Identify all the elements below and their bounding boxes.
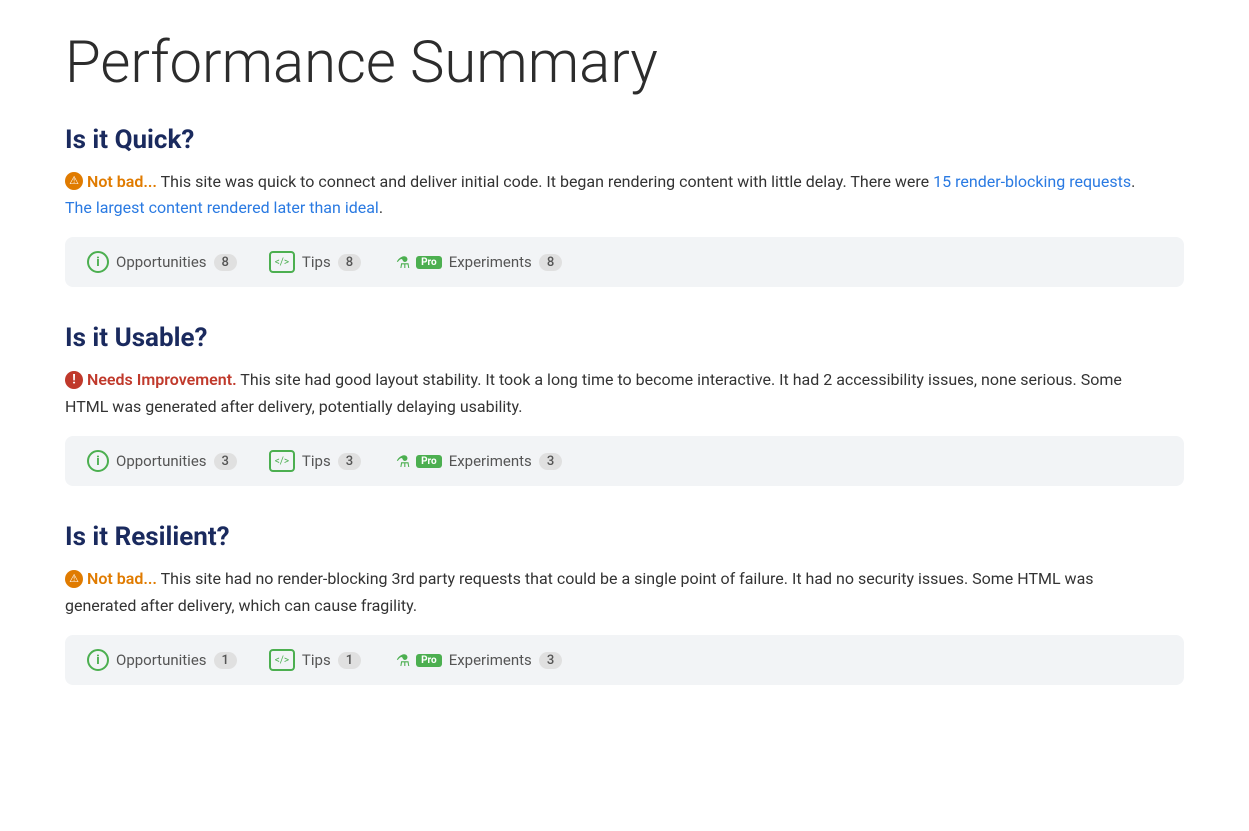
- body-link-render-blocking[interactable]: 15 render-blocking requests: [933, 172, 1131, 191]
- metric-tips[interactable]: </> Tips 1: [269, 649, 361, 671]
- metric-label: Opportunities: [116, 253, 207, 271]
- body-link-lcp[interactable]: The largest content rendered later than …: [65, 198, 379, 217]
- metric-opportunities[interactable]: i Opportunities 3: [87, 450, 237, 472]
- pro-badge: Pro: [416, 455, 442, 468]
- metric-experiments[interactable]: ⚗Pro Experiments 3: [393, 649, 562, 671]
- metric-count: 8: [539, 254, 562, 271]
- metric-label: Opportunities: [116, 452, 207, 470]
- opportunities-icon: i: [87, 649, 109, 671]
- section-body-resilient: Not bad... This site had no render-block…: [65, 566, 1165, 619]
- metrics-bar-quick: i Opportunities 8 </> Tips 8 ⚗Pro Experiments 8: [65, 237, 1184, 287]
- metric-count: 8: [338, 254, 361, 271]
- metric-count: 1: [338, 652, 361, 669]
- metric-count: 3: [338, 453, 361, 470]
- warning-icon: [65, 570, 83, 588]
- section-body-usable: Needs Improvement. This site had good la…: [65, 367, 1165, 420]
- metric-experiments[interactable]: ⚗Pro Experiments 8: [393, 251, 562, 273]
- metric-opportunities[interactable]: i Opportunities 1: [87, 649, 237, 671]
- section-body-quick: Not bad... This site was quick to connec…: [65, 169, 1165, 222]
- opportunities-icon: i: [87, 450, 109, 472]
- section-heading-quick: Is it Quick?: [65, 125, 1184, 155]
- page-title: Performance Summary: [65, 30, 1184, 97]
- pro-badge: Pro: [416, 256, 442, 269]
- pro-badge: Pro: [416, 654, 442, 667]
- metric-label: Experiments: [449, 651, 532, 669]
- error-icon: [65, 371, 83, 389]
- warning-icon: [65, 172, 83, 190]
- metrics-bar-resilient: i Opportunities 1 </> Tips 1 ⚗Pro Experiments 3: [65, 635, 1184, 685]
- opportunities-icon: i: [87, 251, 109, 273]
- tips-icon: </>: [269, 649, 295, 671]
- experiments-icon: ⚗Pro: [393, 251, 442, 273]
- section-quick: Is it Quick? Not bad... This site was qui…: [65, 125, 1184, 288]
- metric-count: 3: [214, 453, 237, 470]
- metric-label: Experiments: [449, 253, 532, 271]
- metric-experiments[interactable]: ⚗Pro Experiments 3: [393, 450, 562, 472]
- status-label: Not bad...: [87, 172, 157, 191]
- status-label: Needs Improvement.: [87, 370, 237, 389]
- metric-tips[interactable]: </> Tips 8: [269, 251, 361, 273]
- metric-label: Tips: [302, 253, 331, 271]
- metric-count: 8: [214, 254, 237, 271]
- metric-opportunities[interactable]: i Opportunities 8: [87, 251, 237, 273]
- experiments-icon: ⚗Pro: [393, 450, 442, 472]
- status-label: Not bad...: [87, 569, 157, 588]
- metric-label: Opportunities: [116, 651, 207, 669]
- metric-label: Experiments: [449, 452, 532, 470]
- section-heading-resilient: Is it Resilient?: [65, 522, 1184, 552]
- metric-label: Tips: [302, 452, 331, 470]
- metrics-bar-usable: i Opportunities 3 </> Tips 3 ⚗Pro Experiments 3: [65, 436, 1184, 486]
- metric-count: 3: [539, 453, 562, 470]
- section-usable: Is it Usable? Needs Improvement. This sit…: [65, 323, 1184, 486]
- tips-icon: </>: [269, 251, 295, 273]
- tips-icon: </>: [269, 450, 295, 472]
- metric-count: 3: [539, 652, 562, 669]
- metric-label: Tips: [302, 651, 331, 669]
- section-heading-usable: Is it Usable?: [65, 323, 1184, 353]
- section-resilient: Is it Resilient? Not bad... This site had…: [65, 522, 1184, 685]
- metric-tips[interactable]: </> Tips 3: [269, 450, 361, 472]
- metric-count: 1: [214, 652, 237, 669]
- experiments-icon: ⚗Pro: [393, 649, 442, 671]
